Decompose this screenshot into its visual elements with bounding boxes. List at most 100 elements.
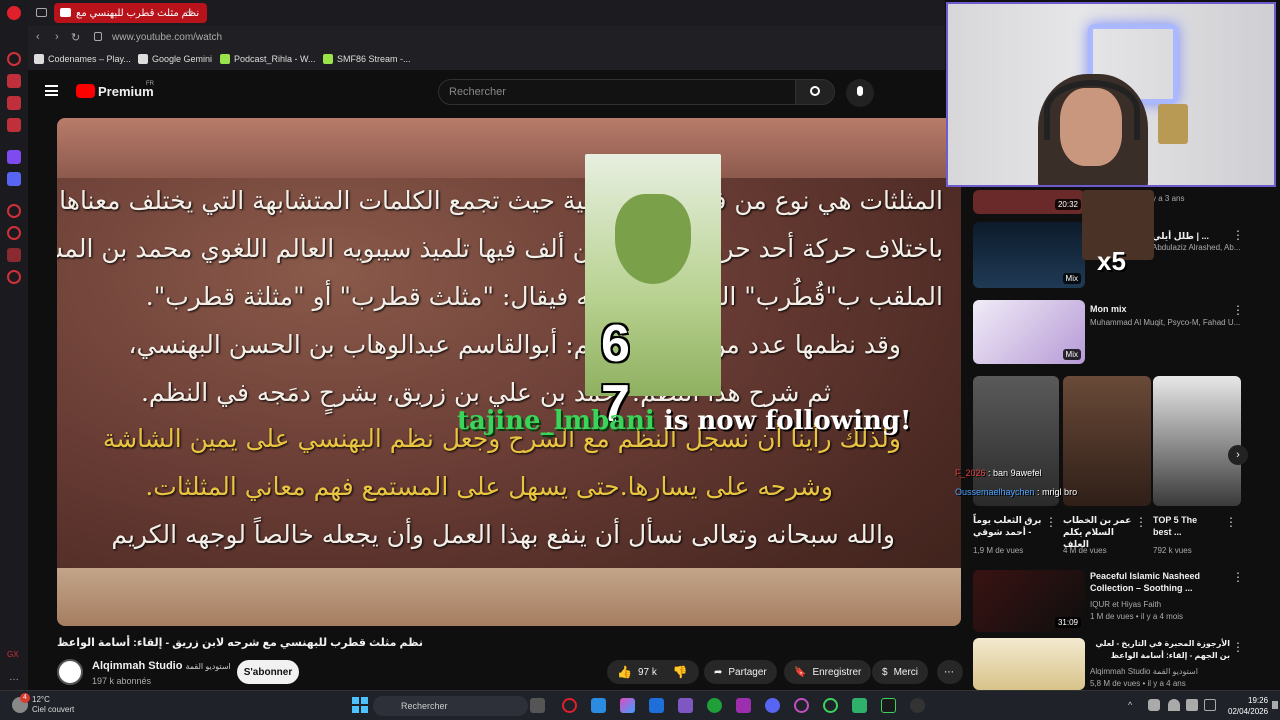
mic-tray-icon[interactable] xyxy=(1148,699,1160,711)
short-menu-icon[interactable]: ⋮ xyxy=(1225,515,1237,529)
app-icon[interactable] xyxy=(823,698,838,713)
sidebar-app-icon[interactable] xyxy=(7,74,21,88)
back-icon[interactable]: ‹ xyxy=(36,31,40,43)
rec-channel[interactable]: IQUR et Hiyas Faith xyxy=(1090,600,1161,609)
wifi-icon[interactable] xyxy=(1168,699,1180,711)
app-icon[interactable] xyxy=(736,698,751,713)
follow-username: tajine_lmbani xyxy=(457,406,655,436)
history-icon[interactable] xyxy=(7,226,21,240)
rec-thumbnail[interactable]: 31:09 xyxy=(973,570,1085,632)
bookmark-icon: 🔖 xyxy=(794,666,807,678)
channel-name[interactable]: Alqimmah Studio استوديو القمة xyxy=(92,660,231,672)
region-label: FR xyxy=(146,81,154,87)
app-icon[interactable] xyxy=(678,698,693,713)
rec-meta: Abdulaziz Alrashed, Ab... xyxy=(1152,243,1241,252)
extensions-icon[interactable] xyxy=(7,248,21,262)
reload-icon[interactable]: ↻ xyxy=(71,31,80,44)
rec-title[interactable]: Mon mix xyxy=(1090,303,1127,315)
video-text-line: المثلثات هي نوع من فن اللغة العربية حيث … xyxy=(59,186,943,215)
xbox-icon[interactable] xyxy=(707,698,722,713)
rec-menu-icon[interactable]: ⋮ xyxy=(1232,303,1244,317)
rec-thumbnail[interactable]: Mix xyxy=(973,222,1085,288)
rec-thumbnail[interactable]: Mix xyxy=(973,300,1085,364)
subscribe-button[interactable]: S'abonner xyxy=(237,660,299,684)
cat-image xyxy=(615,194,691,284)
opera-logo-icon[interactable] xyxy=(7,6,21,20)
opera-gx-icon[interactable] xyxy=(562,698,577,713)
discord-icon[interactable] xyxy=(765,698,780,713)
short-menu-icon[interactable]: ⋮ xyxy=(1045,515,1057,529)
obs-icon[interactable] xyxy=(910,698,925,713)
tray-chevron-icon[interactable]: ^ xyxy=(1128,700,1132,710)
short-title[interactable]: عمر بن الخطاب السلام يكلم العلف xyxy=(1063,514,1133,550)
tab-islands-icon[interactable] xyxy=(36,8,47,17)
rec-thumbnail[interactable]: 20:32 xyxy=(973,190,1085,214)
messenger-icon[interactable] xyxy=(7,118,21,132)
rec-channel[interactable]: Alqimmah Studio استوديو القمة xyxy=(1090,667,1198,676)
new-tab-icon[interactable]: + xyxy=(186,5,193,19)
short-thumbnail[interactable] xyxy=(1153,376,1241,506)
rec-menu-icon[interactable]: ⋮ xyxy=(1232,640,1244,654)
terminal-icon[interactable] xyxy=(881,698,896,713)
short-views: 792 k vues xyxy=(1153,546,1192,555)
rec-menu-icon[interactable]: ⋮ xyxy=(1232,570,1244,584)
more-icon[interactable]: … xyxy=(9,672,19,683)
search-button[interactable] xyxy=(795,79,835,105)
taskbar-search[interactable]: Rechercher xyxy=(373,696,528,716)
like-button[interactable]: 👍 97 k 👎 xyxy=(607,660,699,684)
more-actions-button[interactable]: ⋯ xyxy=(937,660,963,684)
thanks-button[interactable]: $ Merci xyxy=(872,660,929,684)
photos-icon[interactable] xyxy=(591,698,606,713)
opera-icon[interactable] xyxy=(794,698,809,713)
search-icon xyxy=(810,86,820,96)
headset xyxy=(1044,80,1140,140)
windows-start-icon[interactable] xyxy=(352,697,368,713)
twitch-icon[interactable] xyxy=(7,150,21,164)
rec-title[interactable]: Peaceful Islamic Nasheed Collection – So… xyxy=(1090,570,1225,594)
search-input[interactable]: Rechercher xyxy=(438,79,796,105)
store-icon[interactable] xyxy=(649,698,664,713)
bookmark-codenames[interactable]: Codenames – Play... xyxy=(34,54,131,64)
forward-icon[interactable]: › xyxy=(55,31,59,43)
channel-avatar[interactable] xyxy=(57,659,83,685)
settings-icon[interactable] xyxy=(7,270,21,284)
player-icon[interactable] xyxy=(7,204,21,218)
webcam-overlay xyxy=(946,2,1276,187)
youtube-logo-icon[interactable] xyxy=(76,84,95,98)
short-title[interactable]: برق الثعلب يوماً - أحمد شوقي xyxy=(973,514,1043,538)
mix-badge: Mix xyxy=(1062,349,1081,360)
video-text-line: والله سبحانه وتعالى نسأل أن ينفع بهذا ال… xyxy=(111,520,895,549)
short-menu-icon[interactable]: ⋮ xyxy=(1135,515,1147,529)
aria-icon[interactable] xyxy=(7,52,21,66)
discord-icon[interactable] xyxy=(7,172,21,186)
bookmark-podcast[interactable]: Podcast_Rihla - W... xyxy=(220,54,316,64)
battery-icon[interactable] xyxy=(1204,699,1216,711)
rec-title[interactable]: الأرجوزة المحبرة في التاريخ - لعلي بن ال… xyxy=(1090,638,1230,662)
rec-title[interactable]: طلل أيلي | ... xyxy=(1152,230,1209,242)
instagram-icon[interactable] xyxy=(7,96,21,110)
menu-icon[interactable] xyxy=(45,85,58,96)
taskbar-clock[interactable]: 19:26 02/04/2026 xyxy=(1228,695,1268,717)
bookmark-smf86[interactable]: SMF86 Stream -... xyxy=(323,54,411,64)
url-field[interactable]: www.youtube.com/watch xyxy=(112,32,222,43)
bookmark-gemini[interactable]: Google Gemini xyxy=(138,54,212,64)
windows-taskbar: 4 12°C Ciel couvert Rechercher ^ 19:26 0… xyxy=(0,690,1280,720)
weather-widget[interactable]: 12°C Ciel couvert xyxy=(32,695,74,715)
thanks-icon: $ xyxy=(882,666,888,678)
short-title[interactable]: TOP 5 The best ... xyxy=(1153,514,1213,538)
share-button[interactable]: ➦ Partager xyxy=(704,660,777,684)
tab-active[interactable]: نظم مثلث قطرب للبهنسي مع xyxy=(54,3,207,23)
voice-search-button[interactable] xyxy=(846,79,874,107)
video-player[interactable]: المثلثات هي نوع من فن اللغة العربية حيث … xyxy=(57,118,961,626)
video-bg-top xyxy=(57,118,961,178)
save-button[interactable]: 🔖 Enregistrer xyxy=(784,660,872,684)
rec-thumbnail[interactable] xyxy=(973,638,1085,690)
next-arrow-icon[interactable]: › xyxy=(1228,445,1248,465)
notification-icon[interactable] xyxy=(1272,701,1278,709)
volume-icon[interactable] xyxy=(1186,699,1198,711)
rec-menu-icon[interactable]: ⋮ xyxy=(1232,228,1244,242)
copilot-icon[interactable] xyxy=(620,698,635,713)
taskview-icon[interactable] xyxy=(530,698,545,713)
thumbs-down-icon[interactable]: 👎 xyxy=(673,665,688,679)
app-icon[interactable] xyxy=(852,698,867,713)
